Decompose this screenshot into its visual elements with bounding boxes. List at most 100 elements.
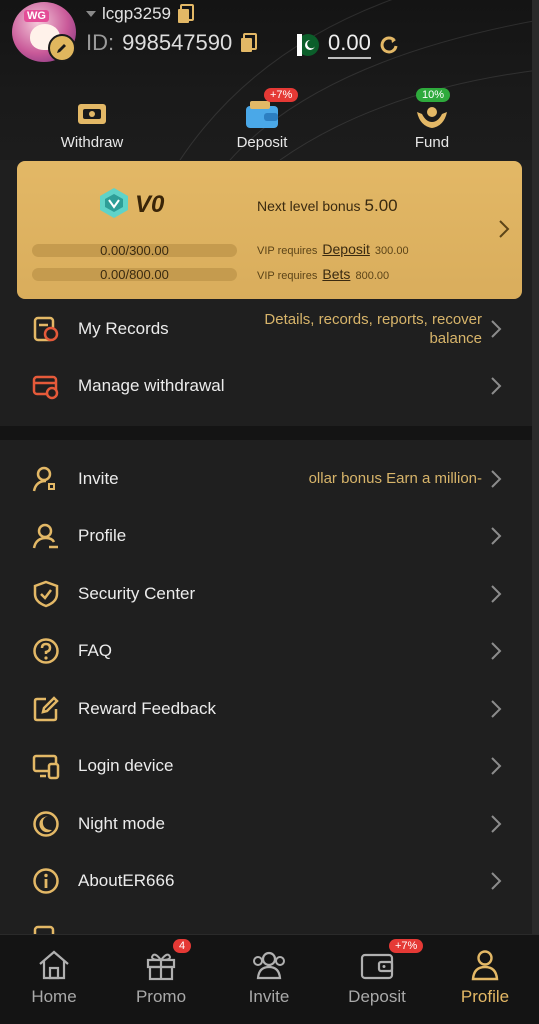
next-level-label: Next level bonus [257,198,361,214]
user-id-value: 998547590 [122,30,233,55]
chevron-right-icon [491,699,502,718]
deposit-req-link[interactable]: Deposit [322,241,369,257]
fund-hands-icon [417,107,447,128]
chevron-right-icon [491,469,502,488]
chevron-right-icon [491,641,502,660]
invite-marquee: ollar bonus Earn a million- [308,470,482,487]
profile-user-icon [32,523,58,548]
chevron-right-icon [491,756,502,775]
copy-id-icon[interactable] [240,33,258,53]
promo-count-badge: 4 [173,939,192,953]
menu-row-login-device[interactable]: Login device [0,737,532,794]
moon-icon [33,810,59,837]
vip-diamond-icon [100,188,128,218]
next-level-bonus: Next level bonus 5.00 [257,196,398,216]
fund-label: Fund [414,134,450,151]
chevron-down-icon[interactable] [86,11,96,17]
refresh-icon[interactable] [379,35,399,55]
fund-button[interactable]: 10% Fund [372,88,492,151]
nav-label: Deposit [348,987,406,1006]
home-icon [39,950,69,980]
menu-row-invite[interactable]: Invite ollar bonus Earn a million- [0,450,532,507]
chevron-right-icon [491,526,502,545]
chevron-right-icon [491,584,502,603]
deposit-button[interactable]: +7% Deposit [202,88,322,151]
chevron-right-icon [491,319,502,338]
bets-requirement: VIP requires Bets 800.00 [257,266,389,282]
menu-label: Profile [78,525,127,545]
edit-note-icon [33,695,59,721]
edit-avatar-icon[interactable] [48,34,76,62]
deposit-progress-text: 0.00/300.00 [100,243,169,258]
deposit-label: Deposit [236,134,288,151]
section-divider [0,426,532,440]
menu-row-security-center[interactable]: Security Center [0,565,532,622]
menu-label: Night mode [78,813,165,833]
nav-profile[interactable]: Profile [435,945,535,1007]
menu-label: Manage withdrawal [78,375,225,395]
question-icon [33,637,59,664]
nav-label: Home [31,987,77,1006]
menu-label: Reward Feedback [78,698,216,718]
deposit-wallet-icon [246,101,278,128]
username-row: lcgp3259 [86,4,195,24]
balance-amount: 0.00 [328,30,371,59]
info-icon [33,867,59,894]
nav-invite[interactable]: Invite [219,945,319,1007]
device-icon [32,754,60,779]
scrollbar[interactable] [532,0,539,1024]
deposit-req-prefix: VIP requires [257,245,318,257]
menu-row-faq[interactable]: FAQ [0,622,532,679]
chevron-right-icon [491,376,502,395]
withdraw-label: Withdraw [60,134,124,151]
menu-label: Login device [78,755,174,775]
withdraw-button[interactable]: Withdraw [32,92,152,151]
menu-row-my-records[interactable]: My Records Details, records, reports, re… [0,300,532,357]
menu-label: FAQ [78,640,113,660]
pakistan-flag-icon [297,33,319,56]
gift-icon [146,953,176,981]
nav-promo[interactable]: 4 Promo [111,939,211,1007]
menu-row-reward-feedback[interactable]: Reward Feedback [0,680,532,737]
group-icon [253,951,285,980]
bets-req-link[interactable]: Bets [322,266,350,282]
vip-card[interactable]: V0 0.00/300.00 0.00/800.00 Next level bo… [17,161,522,299]
menu-label: Invite [78,468,119,488]
menu-row-manage-withdrawal[interactable]: Manage withdrawal [0,357,532,414]
bets-req-value: 800.00 [355,270,390,282]
chevron-right-icon[interactable] [498,219,510,239]
invite-user-icon [32,466,55,491]
records-description-line2: balance [429,330,482,347]
nav-label: Invite [248,987,290,1006]
fund-bonus-badge: 10% [416,88,451,102]
bets-progress-bar: 0.00/800.00 [32,267,237,282]
nav-label: Profile [460,987,510,1006]
deposit-progress-bar: 0.00/300.00 [32,243,237,258]
bets-progress-text: 0.00/800.00 [100,267,169,282]
records-description: Details, records, reports, recover balan… [264,310,482,348]
chevron-right-icon [491,871,502,890]
nav-label: Promo [135,987,187,1006]
menu-row-profile[interactable]: Profile [0,507,532,564]
withdraw-icon [78,104,106,124]
user-id-row: ID: 998547590 [86,30,258,56]
wallet-icon [360,953,394,980]
person-icon [471,950,499,981]
id-label: ID: [86,30,115,55]
balance-row: 0.00 [296,30,399,59]
menu-label: My Records [78,318,169,338]
menu-row-about[interactable]: AboutER666 [0,852,532,909]
deposit-bonus-badge: +7% [264,88,299,102]
chevron-right-icon [491,814,502,833]
profile-header: WG lcgp3259 ID: 998547590 0.00 Withdraw … [0,0,539,160]
nav-home[interactable]: Home [4,945,104,1007]
records-icon [33,316,59,341]
bets-req-prefix: VIP requires [257,270,318,282]
shield-icon [33,580,59,607]
manage-withdrawal-icon [32,375,59,399]
deposit-req-value: 300.00 [374,245,409,257]
nav-deposit[interactable]: +7% Deposit [327,939,427,1007]
menu-row-night-mode[interactable]: Night mode [0,795,532,852]
copy-icon[interactable] [177,4,195,24]
avatar-badge-text: WG [24,10,49,22]
